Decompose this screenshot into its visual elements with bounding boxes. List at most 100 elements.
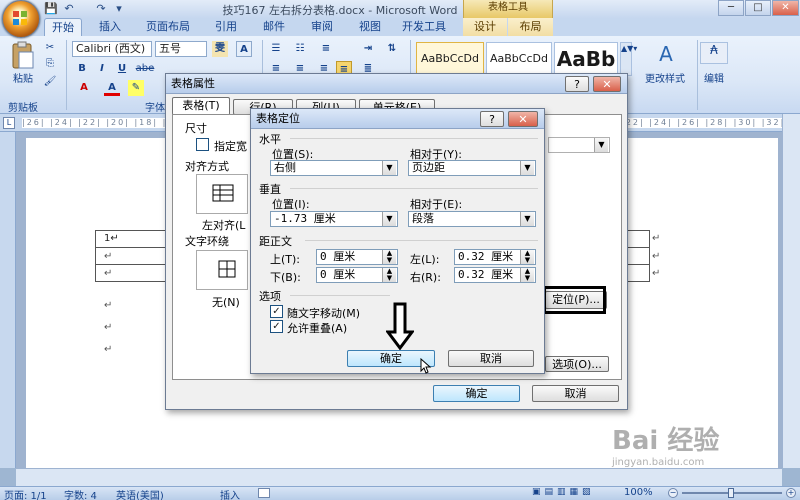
tab-insert[interactable]: 插入	[90, 18, 130, 36]
phonetic-icon[interactable]: 雯	[212, 41, 228, 57]
multilevel-list-icon[interactable]: ≡	[318, 41, 334, 57]
word-count[interactable]: 字数: 4	[64, 487, 97, 500]
insert-mode[interactable]: 插入	[220, 487, 240, 500]
positioning-cancel-button[interactable]: 取消	[448, 350, 534, 367]
h-position-select[interactable]: 右侧	[270, 160, 398, 176]
font-name-box[interactable]: Calibri (西文)	[72, 41, 152, 57]
section-divider	[290, 295, 390, 296]
ok-button[interactable]: 确定	[433, 385, 520, 402]
bottom-distance-label: 下(B):	[270, 271, 301, 284]
spinner-icon[interactable]: ▲ ▼	[382, 250, 396, 264]
format-painter-icon[interactable]: 🖌	[42, 76, 58, 87]
bold-button[interactable]: B	[74, 61, 90, 77]
section-divider	[290, 138, 538, 139]
tab-page-layout[interactable]: 页面布局	[140, 18, 196, 36]
close-button[interactable]: ✕	[508, 111, 538, 127]
text-effect-icon[interactable]: A	[76, 80, 92, 96]
numbering-icon[interactable]: ☷	[292, 41, 308, 57]
tab-developer[interactable]: 开发工具	[396, 18, 452, 36]
chevron-down-icon[interactable]: ▼	[520, 161, 534, 175]
italic-button[interactable]: I	[94, 61, 110, 77]
help-button[interactable]: ?	[565, 76, 589, 92]
highlight-icon[interactable]: ✎	[128, 80, 144, 96]
v-relative-select[interactable]: 段落	[408, 211, 536, 227]
cell-text: 1↵	[104, 233, 119, 244]
style-normal[interactable]: AaBbCcDd	[416, 42, 484, 76]
paste-icon[interactable]	[10, 40, 36, 70]
indent-icon[interactable]: ⇥	[360, 41, 376, 57]
chevron-down-icon[interactable]: ▼	[382, 161, 396, 175]
maximize-button[interactable]: □	[745, 0, 771, 16]
sort-icon[interactable]: ⇅	[384, 41, 400, 57]
tab-references[interactable]: 引用	[206, 18, 246, 36]
underline-button[interactable]: U	[114, 61, 130, 77]
close-window-button[interactable]: ✕	[772, 0, 799, 16]
paragraph-mark: ↵	[104, 322, 113, 333]
change-styles-icon[interactable]: A	[652, 42, 680, 66]
tab-mailings[interactable]: 邮件	[254, 18, 294, 36]
close-button[interactable]: ✕	[593, 76, 621, 92]
tab-view[interactable]: 视图	[350, 18, 390, 36]
v-position-select[interactable]: -1.73 厘米	[270, 211, 398, 227]
move-with-text-checkbox[interactable]: ✓	[270, 305, 283, 318]
tab-selector-icon[interactable]: L	[3, 117, 15, 129]
language-indicator[interactable]: 英语(美国)	[116, 487, 164, 500]
change-styles-label[interactable]: 更改样式	[636, 70, 694, 85]
style-no-spacing[interactable]: AaBbCcDd	[486, 42, 552, 76]
paste-button-label[interactable]: 粘贴	[8, 70, 38, 85]
zoom-slider-thumb[interactable]	[728, 488, 734, 498]
cancel-button[interactable]: 取消	[532, 385, 619, 402]
chevron-down-icon[interactable]: ▼	[594, 138, 608, 152]
horizontal-section-label: 水平	[259, 133, 281, 146]
spinner-icon[interactable]: ▲ ▼	[520, 250, 534, 264]
tab-design[interactable]: 设计	[463, 18, 507, 36]
tab-home[interactable]: 开始	[44, 18, 82, 36]
view-buttons[interactable]: ▣▤▥▦▧	[532, 487, 612, 499]
v-relative-label: 相对于(E):	[410, 198, 463, 211]
right-distance-label: 右(R):	[410, 271, 441, 284]
strikethrough-button[interactable]: abe	[134, 61, 156, 77]
bullets-icon[interactable]: ☰	[268, 41, 284, 57]
copy-icon[interactable]: ⎘	[42, 58, 58, 69]
tab-layout[interactable]: 布局	[508, 18, 553, 36]
cut-icon[interactable]: ✂	[42, 42, 58, 53]
zoom-in-icon[interactable]: +	[786, 488, 796, 498]
styles-scroll-icon[interactable]: ▲▼▾	[620, 42, 637, 76]
allow-overlap-checkbox[interactable]: ✓	[270, 320, 283, 333]
chevron-down-icon[interactable]: ▼	[520, 212, 534, 226]
wrap-section-label: 文字环绕	[185, 235, 229, 248]
tab-table[interactable]: 表格(T)	[172, 97, 230, 115]
wrap-none-table-icon	[218, 260, 236, 278]
zoom-out-icon[interactable]: −	[668, 488, 678, 498]
top-distance-label: 上(T):	[270, 253, 301, 266]
align-left-table-icon	[212, 184, 234, 202]
editing-label[interactable]: 编辑	[698, 70, 730, 85]
horizontal-scrollbar[interactable]	[16, 468, 782, 486]
mouse-cursor-icon	[420, 358, 432, 374]
tab-review[interactable]: 审阅	[302, 18, 342, 36]
window-title: 技巧167 左右拆分表格.docx - Microsoft Word	[222, 4, 458, 17]
editing-icon[interactable]: ₳	[700, 42, 728, 64]
wrap-none-label: 无(N)	[212, 296, 240, 309]
zoom-level[interactable]: 100%	[624, 487, 653, 498]
options-button[interactable]: 选项(O)...	[545, 356, 609, 372]
spinner-icon[interactable]: ▲ ▼	[520, 268, 534, 282]
h-relative-select[interactable]: 页边距	[408, 160, 536, 176]
char-border-icon[interactable]: A	[236, 41, 252, 57]
style-heading-1[interactable]: AaBb	[554, 42, 618, 76]
group-separator	[66, 40, 67, 110]
v-position-label: 位置(I):	[272, 198, 310, 211]
paragraph-mark: ↵	[652, 268, 661, 279]
macro-record-icon[interactable]	[258, 488, 270, 498]
font-size-box[interactable]: 五号	[155, 41, 207, 57]
vertical-scrollbar[interactable]	[782, 114, 800, 468]
page-counter[interactable]: 页面: 1/1	[4, 487, 47, 500]
font-color-icon[interactable]: A	[104, 80, 120, 96]
help-button[interactable]: ?	[480, 111, 504, 127]
specify-width-checkbox[interactable]	[196, 138, 209, 151]
chevron-down-icon[interactable]: ▼	[382, 212, 396, 226]
clipboard-group-label: 剪贴板	[8, 103, 38, 114]
spinner-icon[interactable]: ▲ ▼	[382, 268, 396, 282]
minimize-button[interactable]: ─	[718, 0, 744, 16]
section-divider	[290, 188, 538, 189]
